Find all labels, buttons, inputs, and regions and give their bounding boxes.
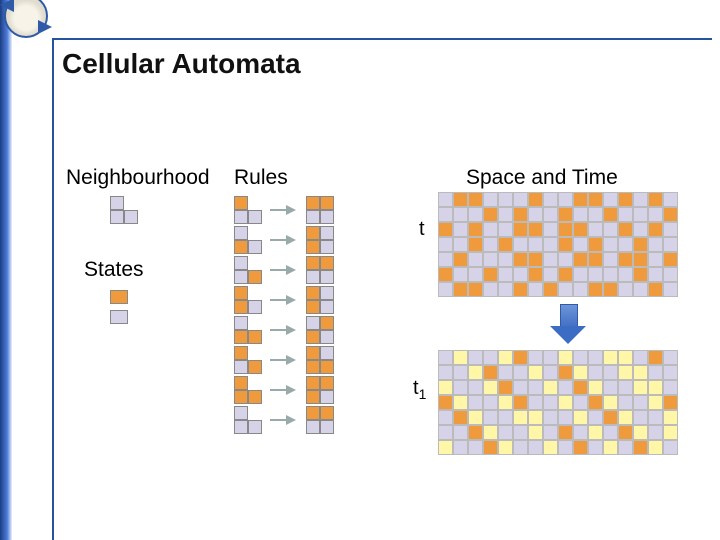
- neighbourhood-shape: [110, 196, 138, 224]
- grid-time-t: [438, 192, 678, 297]
- rule-arrow-icon: [270, 353, 298, 367]
- rule-arrow-icon: [270, 233, 298, 247]
- header-rule: [52, 38, 712, 40]
- rule-arrow-icon: [270, 293, 298, 307]
- grid-time-t1: [438, 350, 678, 455]
- rule-arrow-icon: [270, 263, 298, 277]
- rule-arrow-icon: [270, 383, 298, 397]
- heading-states: States: [84, 258, 144, 282]
- rule-input: [234, 226, 262, 254]
- rule-arrow-icon: [270, 203, 298, 217]
- slide-sidebar: [0, 0, 12, 540]
- header-vrule: [52, 38, 54, 540]
- rule-input: [234, 406, 262, 434]
- rule-input: [234, 196, 262, 224]
- rule-output: [306, 316, 334, 344]
- rule-output: [306, 256, 334, 284]
- heading-rules: Rules: [234, 166, 288, 190]
- rule-arrow-icon: [270, 323, 298, 337]
- rule-input: [234, 256, 262, 284]
- state-swatch-passive: [110, 310, 128, 324]
- rule-output: [306, 286, 334, 314]
- slide-title: Cellular Automata: [62, 48, 301, 80]
- time-step-arrow-icon: [550, 304, 586, 346]
- rule-output: [306, 406, 334, 434]
- rule-arrow-icon: [270, 413, 298, 427]
- institution-logo-icon: [4, 0, 48, 38]
- rule-input: [234, 286, 262, 314]
- heading-neighbourhood: Neighbourhood: [66, 166, 210, 190]
- time-label-t: t: [419, 218, 425, 241]
- time-label-t1: t1: [413, 377, 426, 402]
- rule-output: [306, 376, 334, 404]
- rule-input: [234, 316, 262, 344]
- rule-output: [306, 346, 334, 374]
- rule-output: [306, 226, 334, 254]
- rule-output: [306, 196, 334, 224]
- rule-input: [234, 346, 262, 374]
- state-swatch-active: [110, 290, 128, 304]
- heading-space-time: Space and Time: [466, 166, 618, 190]
- rule-input: [234, 376, 262, 404]
